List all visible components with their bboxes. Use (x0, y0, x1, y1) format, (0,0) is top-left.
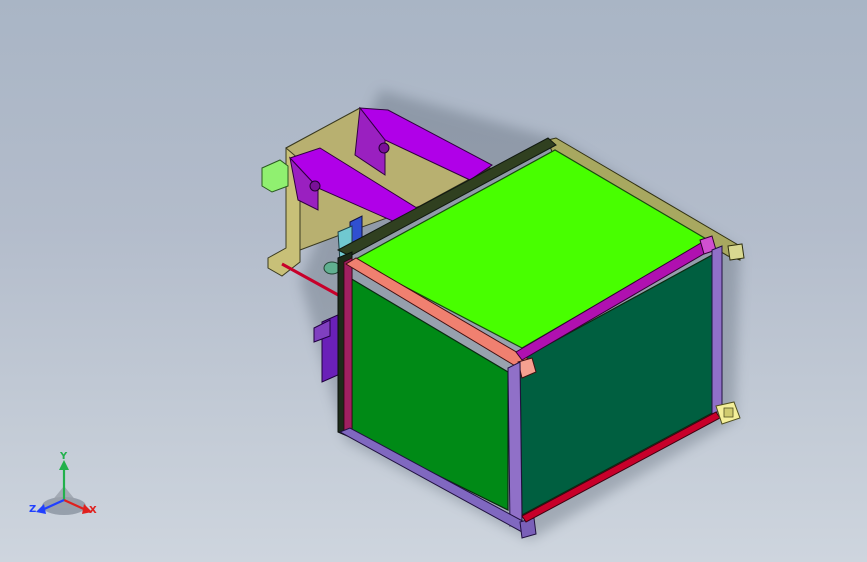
view-triad[interactable] (36, 460, 92, 515)
triad-y-label: Y (60, 451, 68, 462)
rail-end-cap-right[interactable] (727, 243, 745, 261)
frame-post-front[interactable] (507, 361, 523, 527)
bracket-hole-upper (378, 142, 390, 154)
triad-x-label: X (89, 505, 97, 516)
bracket-hole-lower (309, 180, 321, 192)
rail-end-cap-yellow-hole (723, 407, 734, 418)
bracket-nut[interactable] (261, 159, 289, 193)
frame-left-strip[interactable] (343, 257, 353, 437)
frame-post-right[interactable] (711, 245, 723, 415)
cad-viewport[interactable]: Y X Z (0, 0, 867, 562)
3d-model-view[interactable] (0, 0, 867, 562)
triad-z-label: Z (29, 504, 37, 515)
